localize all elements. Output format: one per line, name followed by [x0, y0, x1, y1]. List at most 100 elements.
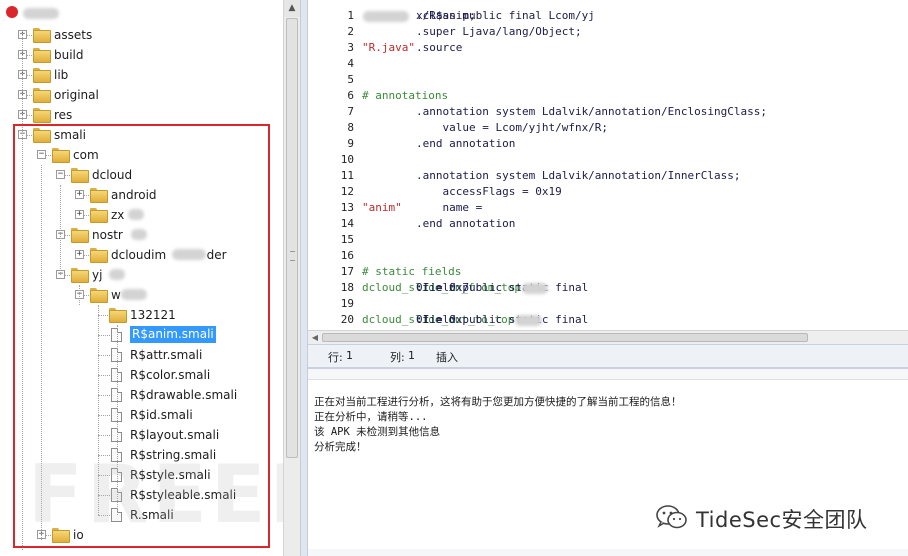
tree-folder-row[interactable]: − dcloud — [0, 165, 283, 185]
code-comment: # static fields — [362, 265, 462, 278]
tree-folder-row[interactable]: + res — [0, 105, 283, 125]
tree-file-row[interactable]: R$color.smali — [0, 365, 283, 385]
tree-file-row[interactable]: R$layout.smali — [0, 425, 283, 445]
code-line[interactable]: 20 .field public static final dcloud_slid… — [308, 312, 908, 328]
output-line: 分析完成！ — [314, 441, 367, 453]
tree-scroll-thumb[interactable] — [286, 18, 298, 458]
code-line[interactable]: 4 — [308, 56, 908, 72]
editor-horizontal-scrollbar[interactable]: ◀ — [308, 330, 908, 344]
line-number: 18 — [340, 281, 354, 294]
tree-item-label: R$color.smali — [130, 368, 211, 382]
project-tree-panel[interactable]: + assets + build + lib + original + res − smali − com… — [0, 0, 283, 556]
code-line[interactable]: 7 .annotation system Ldalvik/annotation/E… — [308, 104, 908, 120]
scroll-grip-icon — [290, 251, 295, 261]
tree-file-row[interactable]: R$drawable.smali — [0, 385, 283, 405]
tree-file-row[interactable]: R$id.smali — [0, 405, 283, 425]
line-number: 17 — [340, 265, 354, 278]
code-line[interactable]: 14 .end annotation — [308, 216, 908, 232]
code-line[interactable]: 1 .class public final Lcom/yj x/R$anim; — [308, 8, 908, 24]
tree-file-row[interactable]: R.smali — [0, 505, 283, 525]
tree-item-label: 132121 — [130, 308, 176, 322]
code-token: value = Lcom/yjht/wfnx/R; — [416, 121, 609, 134]
tree-file-row[interactable]: R$string.smali — [0, 445, 283, 465]
code-line[interactable]: 5 — [308, 72, 908, 88]
tree-folder-row[interactable]: 132121 — [0, 305, 283, 325]
code-text: # annotations — [362, 88, 448, 104]
folder-icon — [71, 168, 89, 183]
tree-file-row[interactable]: R$anim.smali — [0, 325, 283, 345]
tree-guide-line — [60, 185, 61, 275]
code-line[interactable]: 17 # static fields — [308, 264, 908, 280]
code-token: 0 — [416, 281, 423, 294]
tree-folder-row[interactable]: + original — [0, 85, 283, 105]
redacted-text — [363, 10, 410, 22]
code-token: x/R$anim; — [416, 9, 476, 22]
line-number: 10 — [340, 153, 354, 166]
code-editor[interactable]: 1 .class public final Lcom/yj x/R$anim; 2 .s… — [308, 0, 908, 330]
code-line[interactable]: 9 .end annotation — [308, 136, 908, 152]
collapse-icon[interactable]: − — [37, 150, 46, 159]
tree-folder-row[interactable]: + android — [0, 185, 283, 205]
tree-folder-row[interactable]: − nostr — [0, 225, 283, 245]
expand-icon[interactable]: + — [75, 190, 84, 199]
code-text: .class public final Lcom/yj x/R$anim; — [362, 8, 595, 24]
collapse-icon[interactable]: − — [56, 170, 65, 179]
code-token: .annotation system Ldalvik/annotation/In… — [416, 169, 741, 182]
tree-file-row[interactable]: R$style.smali — [0, 465, 283, 485]
tree-file-row[interactable]: R$attr.smali — [0, 345, 283, 365]
tree-folder-row[interactable]: + lib — [0, 65, 283, 85]
tree-connector — [98, 355, 110, 356]
folder-icon — [71, 228, 89, 243]
tree-item-label: R$drawable.smali — [130, 388, 238, 402]
code-line[interactable]: 8 value = Lcom/yjht/wfnx/R; — [308, 120, 908, 136]
tree-folder-row[interactable]: − com — [0, 145, 283, 165]
tree-connector — [98, 335, 110, 336]
redacted-text — [515, 314, 542, 326]
tree-folder-row[interactable]: + io — [0, 525, 283, 545]
output-line: 正在对当前工程进行分析，这将有助于您更加方便快捷的了解当前工程的信息！ — [314, 396, 682, 408]
tree-folder-row[interactable]: − yj — [0, 265, 283, 285]
scroll-up-arrow-icon[interactable]: ▲ — [284, 0, 300, 17]
folder-icon — [33, 128, 51, 143]
code-token: .source — [416, 41, 469, 54]
code-line[interactable]: 3 .source "R.java" — [308, 40, 908, 56]
line-number: 2 — [347, 25, 354, 38]
code-line[interactable]: 2 .super Ljava/lang/Object; — [308, 24, 908, 40]
code-line[interactable]: 6 # annotations — [308, 88, 908, 104]
line-number: 13 — [340, 201, 354, 214]
folder-icon — [90, 188, 108, 203]
tree-folder-row[interactable]: − w — [0, 285, 283, 305]
output-line: 该 APK 未检测到其他信息 — [314, 426, 441, 438]
code-line[interactable]: 12 accessFlags = 0x19 — [308, 184, 908, 200]
tree-vertical-scrollbar[interactable]: ▲ — [283, 0, 300, 556]
tree-item-label: R$styleable.smali — [130, 488, 237, 502]
code-token: name = — [416, 201, 489, 214]
code-line[interactable]: 15 — [308, 232, 908, 248]
tree-connector — [98, 415, 110, 416]
tree-folder-row[interactable]: + build — [0, 45, 283, 65]
tree-connector — [98, 455, 110, 456]
tree-folder-row[interactable]: + assets — [0, 25, 283, 45]
code-line[interactable]: 10 — [308, 152, 908, 168]
code-line[interactable]: 11 .annotation system Ldalvik/annotation/… — [308, 168, 908, 184]
tree-item-label: android — [111, 188, 157, 202]
tree-folder-row[interactable]: + dcloudim der — [0, 245, 283, 265]
editor-hscroll-thumb[interactable] — [322, 333, 808, 342]
code-line[interactable]: 18 .field public static final dcloud_slid… — [308, 280, 908, 296]
code-line[interactable]: 19 — [308, 296, 908, 312]
expand-icon[interactable]: + — [75, 210, 84, 219]
scroll-left-arrow-icon[interactable]: ◀ — [310, 332, 320, 343]
tree-file-row[interactable]: R$styleable.smali — [0, 485, 283, 505]
tree-item-label: R$attr.smali — [130, 348, 203, 362]
code-line[interactable]: 16 — [308, 248, 908, 264]
folder-icon — [33, 108, 51, 123]
tree-folder-row[interactable]: + zx — [0, 205, 283, 225]
panel-splitter[interactable] — [300, 0, 308, 556]
line-number: 7 — [347, 105, 354, 118]
expand-icon[interactable]: + — [75, 250, 84, 259]
code-line[interactable]: 13 name = "anim" — [308, 200, 908, 216]
tree-folder-row[interactable]: − smali — [0, 125, 283, 145]
line-number: 5 — [347, 73, 354, 86]
code-text: .field public static final dcloud_slide_… — [362, 280, 588, 296]
code-token: :I = 0x7 — [416, 281, 469, 294]
